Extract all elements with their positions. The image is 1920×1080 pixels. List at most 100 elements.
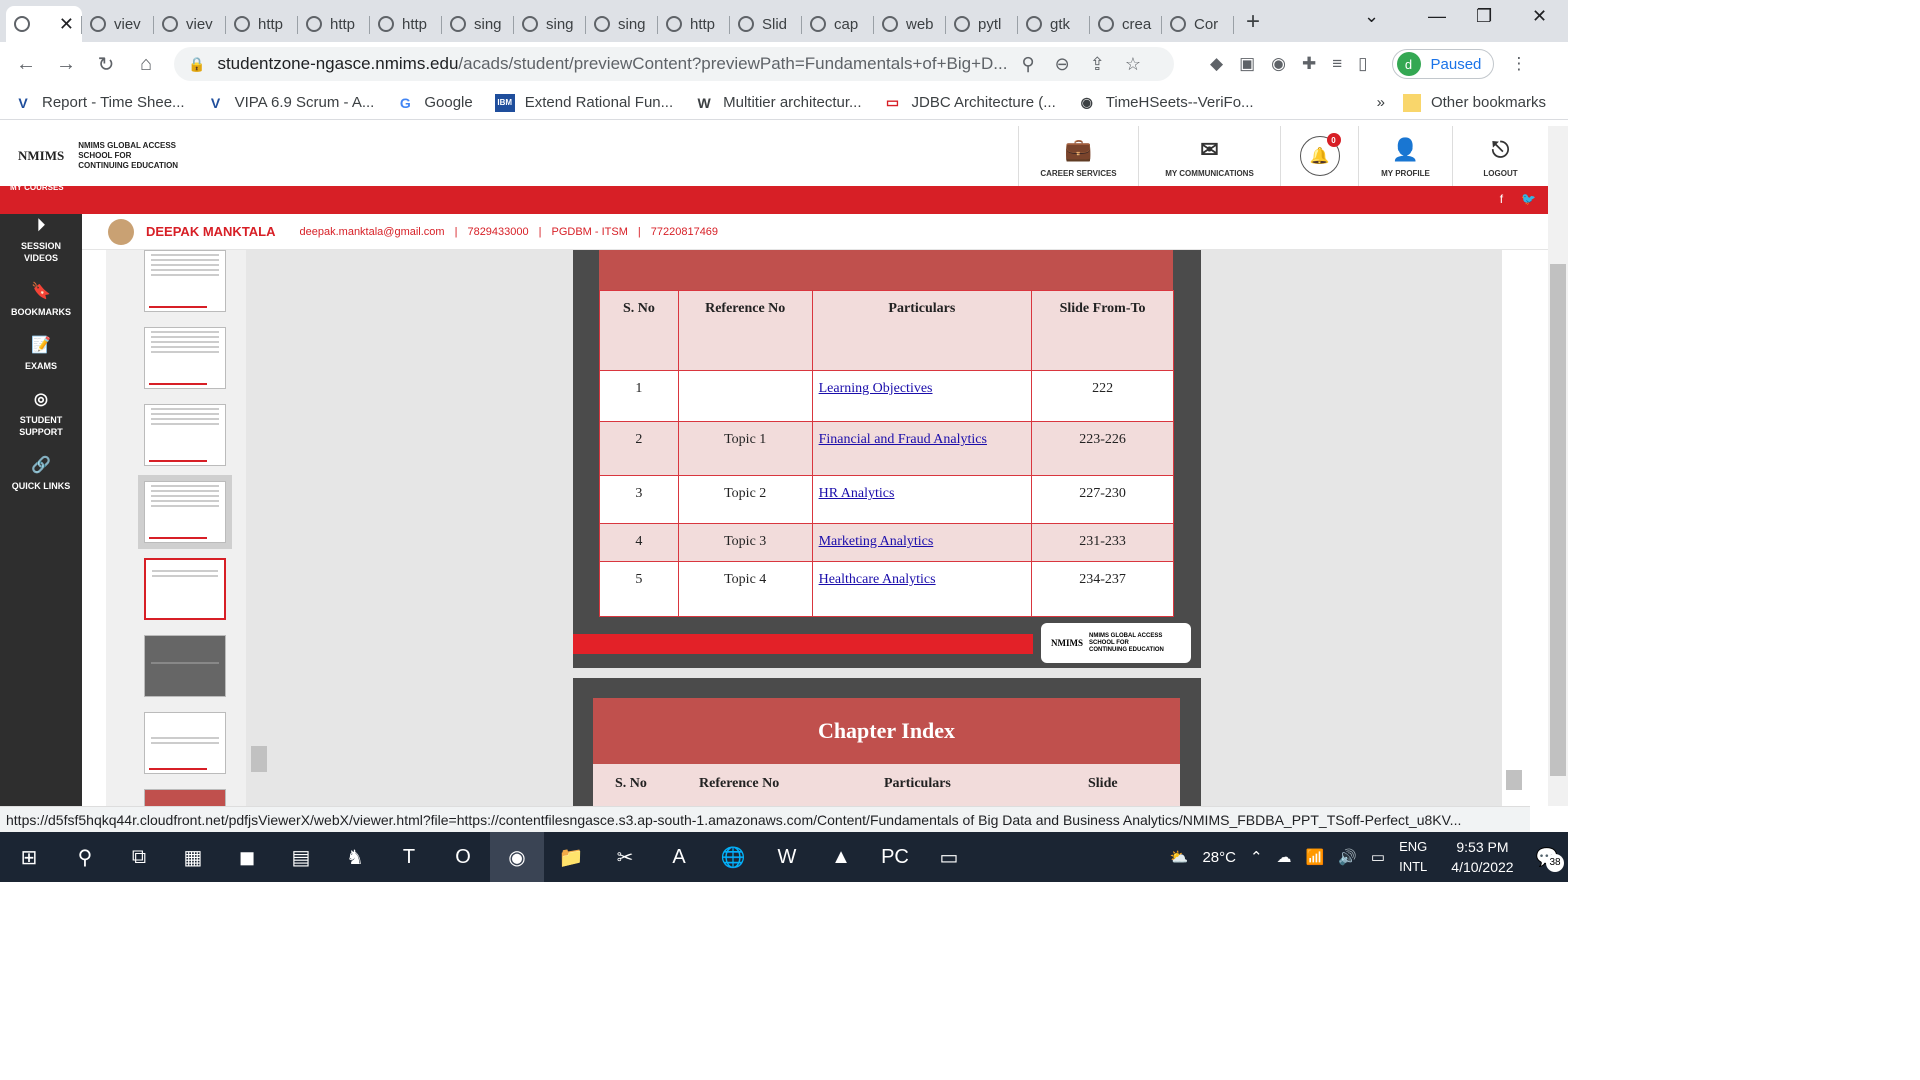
sidebar-item-exams[interactable]: 📝 EXAMS [0, 338, 82, 372]
browser-tab[interactable]: http [298, 6, 370, 42]
bookmark-item[interactable]: V Report - Time Shee... [14, 94, 184, 112]
logout-link[interactable]: ⎋ LOGOUT [1452, 126, 1548, 186]
weather-icon[interactable]: ⛅ [1170, 848, 1189, 866]
slide-thumbnail[interactable] [144, 558, 226, 620]
puzzle-icon[interactable]: ✚ [1302, 54, 1316, 74]
new-tab-button[interactable]: + [1246, 8, 1260, 36]
photos-icon[interactable]: ▲ [814, 832, 868, 882]
browser-tab[interactable]: Cor [1162, 6, 1234, 42]
reload-icon[interactable]: ↻ [86, 52, 126, 77]
address-bar[interactable]: 🔒 studentzone-ngasce.nmims.edu/acads/stu… [174, 47, 1174, 81]
slide-thumbnail[interactable] [144, 404, 226, 466]
app-icon[interactable]: ✂ [598, 832, 652, 882]
browser-tab[interactable]: web [874, 6, 946, 42]
tab-active[interactable]: ✕ [6, 6, 82, 42]
more-bookmarks-icon[interactable]: » [1377, 94, 1385, 111]
extension-icon[interactable]: ▣ [1239, 54, 1255, 74]
language-indicator[interactable]: ENG INTL [1399, 837, 1427, 877]
extension-icon[interactable]: ◆ [1210, 54, 1223, 74]
viewer-scrollbar[interactable] [1506, 770, 1522, 790]
notifications-button[interactable]: 🔔 0 [1280, 126, 1358, 186]
zoom-icon[interactable]: ⊖ [1055, 54, 1070, 75]
sidebar-item-session-videos[interactable]: ⏵ SESSION VIDEOS [0, 218, 82, 264]
media-icon[interactable]: ≡ [1332, 54, 1342, 74]
home-icon[interactable]: ⌂ [126, 53, 166, 76]
star-icon[interactable]: ☆ [1125, 54, 1141, 75]
outlook-icon[interactable]: O [436, 832, 490, 882]
bookmark-item[interactable]: ▭ JDBC Architecture (... [884, 94, 1056, 112]
slide-thumbnail[interactable] [144, 250, 226, 312]
my-courses-link[interactable]: MY COURSES [10, 183, 64, 192]
restore-button[interactable]: ❐ [1476, 6, 1492, 27]
browser-tab[interactable]: Slid [730, 6, 802, 42]
thumbnail-scrollbar[interactable] [251, 746, 267, 772]
forward-icon[interactable]: → [46, 53, 86, 76]
back-icon[interactable]: ← [6, 53, 46, 76]
teams-icon[interactable]: T [382, 832, 436, 882]
topic-link[interactable]: Marketing Analytics [819, 534, 934, 549]
browser-tab[interactable]: sing [442, 6, 514, 42]
sidepanel-icon[interactable]: ▯ [1358, 54, 1367, 74]
sidebar-item-student-support[interactable]: ◎ STUDENT SUPPORT [0, 392, 82, 438]
facebook-icon[interactable]: f [1500, 192, 1503, 206]
twitter-icon[interactable]: 🐦 [1521, 192, 1536, 206]
chevron-up-icon[interactable]: ⌃ [1250, 848, 1263, 866]
topic-link[interactable]: HR Analytics [819, 486, 895, 501]
browser-tab[interactable]: gtk [1018, 6, 1090, 42]
task-view-icon[interactable]: ⧉ [112, 832, 166, 882]
app-icon[interactable]: ◼ [220, 832, 274, 882]
topic-link[interactable]: Healthcare Analytics [819, 572, 936, 587]
bookmark-item[interactable]: ◉ TimeHSeets--VeriFo... [1078, 94, 1254, 112]
career-services-link[interactable]: 💼 CAREER SERVICES [1018, 126, 1138, 186]
terminal-icon[interactable]: ▭ [922, 832, 976, 882]
sidebar-item-quick-links[interactable]: 🔗 QUICK LINKS [0, 458, 82, 492]
slide-thumbnail[interactable] [144, 327, 226, 389]
nmims-logo[interactable]: NMIMS NMIMS GLOBAL ACCESS SCHOOL FOR CONTI… [18, 141, 178, 171]
browser-tab[interactable]: pytl [946, 6, 1018, 42]
slide-thumbnail-selected[interactable] [138, 475, 232, 549]
topic-link[interactable]: Learning Objectives [819, 381, 933, 396]
volume-icon[interactable]: 🔊 [1338, 848, 1357, 866]
page-scrollbar[interactable] [1548, 126, 1568, 806]
app-icon[interactable]: ♞ [328, 832, 382, 882]
onedrive-icon[interactable]: ☁ [1277, 848, 1292, 866]
wifi-icon[interactable]: 📶 [1306, 848, 1325, 866]
browser-tab[interactable]: sing [514, 6, 586, 42]
slide-thumbnail[interactable] [144, 712, 226, 774]
browser-tab[interactable]: viev [82, 6, 154, 42]
sidebar-item-bookmarks[interactable]: 🔖 BOOKMARKS [0, 284, 82, 318]
browser-tab[interactable]: cap [802, 6, 874, 42]
tab-search-icon[interactable]: ⌄ [1364, 6, 1379, 27]
menu-icon[interactable]: ⋮ [1510, 54, 1527, 74]
other-bookmarks[interactable]: Other bookmarks [1402, 93, 1546, 112]
bookmark-item[interactable]: W Multitier architectur... [695, 94, 862, 112]
my-communications-link[interactable]: ✉ MY COMMUNICATIONS [1138, 126, 1280, 186]
browser-tab[interactable]: viev [154, 6, 226, 42]
app-icon[interactable]: ▦ [166, 832, 220, 882]
acrobat-icon[interactable]: A [652, 832, 706, 882]
scrollbar-thumb[interactable] [1550, 264, 1566, 776]
location-icon[interactable]: ⚲ [1021, 54, 1034, 75]
slide-thumbnail[interactable] [144, 635, 226, 697]
share-icon[interactable]: ⇪ [1090, 54, 1105, 75]
close-tab-icon[interactable]: ✕ [59, 14, 74, 35]
clock[interactable]: 9:53 PM 4/10/2022 [1451, 837, 1513, 877]
topic-link[interactable]: Financial and Fraud Analytics [819, 432, 987, 447]
globe-icon[interactable]: 🌐 [706, 832, 760, 882]
browser-tab[interactable]: http [370, 6, 442, 42]
pycharm-icon[interactable]: PC [868, 832, 922, 882]
close-window-button[interactable]: ✕ [1532, 6, 1547, 27]
word-icon[interactable]: W [760, 832, 814, 882]
my-profile-link[interactable]: 👤 MY PROFILE [1358, 126, 1452, 186]
extension-icon[interactable]: ◉ [1271, 54, 1286, 74]
file-explorer-icon[interactable]: 📁 [544, 832, 598, 882]
bookmark-item[interactable]: G Google [396, 94, 473, 112]
browser-tab[interactable]: sing [586, 6, 658, 42]
bookmark-item[interactable]: V VIPA 6.9 Scrum - A... [207, 94, 374, 112]
browser-tab[interactable]: http [226, 6, 298, 42]
browser-tab[interactable]: http [658, 6, 730, 42]
chrome-icon[interactable]: ◉ [490, 832, 544, 882]
bookmark-item[interactable]: IBM Extend Rational Fun... [494, 93, 673, 112]
search-icon[interactable]: ⚲ [58, 832, 112, 882]
windows-start-icon[interactable]: ⊞ [0, 832, 58, 882]
